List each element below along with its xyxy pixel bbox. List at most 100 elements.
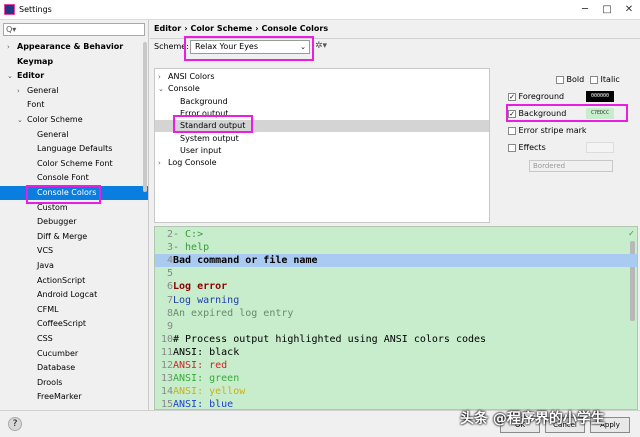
sidebar-item[interactable]: ⌄ Color Scheme [0,113,148,127]
sidebar-item[interactable]: CoffeeScript [0,317,148,331]
chevron-right-icon[interactable]: › [158,157,161,169]
foreground-checkbox[interactable]: ✓ [508,92,516,101]
italic-checkbox[interactable] [590,75,598,84]
bold-option[interactable]: Bold [556,74,584,86]
sidebar-item[interactable]: FreeMarker [0,390,148,404]
nav-scrollbar[interactable] [143,42,147,192]
chevron-down-icon[interactable]: ⌄ [7,69,13,83]
preview-text: ANSI: green [173,373,240,385]
element-tree-item[interactable]: ⌄ Console [155,83,489,95]
sidebar-item[interactable]: General [0,128,148,142]
preview-line: 11ANSI: black [155,346,637,359]
sidebar-item[interactable]: Keymap [0,55,148,69]
preview-line: 6Log error [155,280,637,293]
attribute-panel: Bold Italic ✓ Foreground 000000 ✓ Backgr… [508,68,638,208]
sidebar-item-label: Database [37,363,76,373]
help-icon[interactable]: ? [8,417,22,431]
minimize-button[interactable]: ─ [578,3,592,17]
breadcrumb-item: Color Scheme [190,24,253,33]
settings-nav-panel: Q▾ › Appearance & Behavior Keymap ⌄ Editor › G… [0,20,149,410]
preview-text: Bad command or file name [173,255,318,267]
sidebar-item-label: Android Logcat [37,290,98,300]
maximize-button[interactable]: □ [600,3,614,17]
effects-checkbox[interactable] [508,143,516,152]
preview-text: Log error [173,281,228,293]
effects-style-dropdown[interactable]: Bordered [529,160,613,172]
line-number: 2 [166,229,173,240]
preview-text: ANSI: black [173,346,240,358]
chevron-right-icon[interactable]: › [158,71,161,83]
foreground-color-swatch[interactable]: 000000 [586,91,614,102]
sidebar-item[interactable]: Console Font [0,171,148,185]
effects-option[interactable]: Effects [508,142,546,154]
preview-line: 4Bad command or file name [155,254,637,268]
chevron-right-icon[interactable]: › [7,40,10,54]
effects-style-value: Bordered [533,162,566,170]
sidebar-item[interactable]: Diff & Merge [0,230,148,244]
italic-option[interactable]: Italic [590,74,620,86]
sidebar-item[interactable]: › General [0,84,148,98]
element-tree-item[interactable]: › ANSI Colors [155,71,489,83]
sidebar-item-label: Font [27,100,45,110]
breadcrumb-item: Editor [154,24,182,33]
line-number: 13 [160,373,173,385]
chevron-down-icon[interactable]: ⌄ [158,83,164,95]
sidebar-item[interactable]: Java [0,259,148,273]
sidebar-item[interactable]: CSS [0,332,148,346]
line-number: 8 [166,307,173,319]
error-stripe-label: Error stripe mark [518,126,587,135]
sidebar-item[interactable]: Drools [0,376,148,390]
element-tree-label: User input [180,145,222,155]
sidebar-item-label: General [27,85,59,95]
breadcrumb-separator: › [184,24,188,33]
element-tree-item[interactable]: System output [155,133,489,145]
effects-color-swatch[interactable] [586,142,614,153]
close-button[interactable]: ✕ [622,3,636,17]
line-number: 15 [160,399,173,410]
sidebar-item[interactable]: Font [0,98,148,112]
line-number: 7 [166,294,173,306]
preview-line: 8An expired log entry [155,307,637,320]
preview-text: - C:> [173,229,204,240]
sidebar-item[interactable]: › Appearance & Behavior [0,40,148,54]
sidebar-item[interactable]: VCS [0,244,148,258]
element-tree-label: System output [180,133,239,143]
chevron-right-icon[interactable]: › [17,84,20,98]
element-tree-item[interactable]: User input [155,145,489,157]
element-tree-item[interactable]: Background [155,96,489,108]
sidebar-item[interactable]: Cucumber [0,347,148,361]
sidebar-item-label: Color Scheme Font [37,158,113,168]
preview-line: 2- C:> [155,228,637,241]
sidebar-item-label: Editor [17,71,45,81]
sidebar-item[interactable]: ActionScript [0,274,148,288]
sidebar-item-label: CSS [37,334,53,343]
error-stripe-checkbox[interactable] [508,126,516,135]
sidebar-item-label: Java [37,261,54,270]
line-number: 9 [166,320,173,332]
error-stripe-option[interactable]: Error stripe mark [508,125,587,137]
console-colors-highlight-box [26,185,101,204]
sidebar-item[interactable]: Debugger [0,215,148,229]
sidebar-item[interactable]: Language Defaults [0,142,148,156]
search-input[interactable]: Q▾ [3,23,145,36]
sidebar-item[interactable]: Color Scheme Font [0,157,148,171]
effects-label: Effects [518,143,546,152]
sidebar-item-label: Diff & Merge [37,231,88,241]
sidebar-item[interactable]: CFML [0,303,148,317]
preview-text: ANSI: blue [173,399,234,410]
sidebar-item[interactable]: Android Logcat [0,288,148,302]
sidebar-item-label: Cucumber [37,348,79,358]
line-number: 11 [160,346,173,358]
element-tree-item[interactable]: › Log Console [155,157,489,169]
preview-text: ANSI: red [173,360,228,371]
search-icon: Q▾ [6,25,17,34]
element-tree-label: Log Console [168,158,217,168]
line-number: 3 [166,242,173,254]
gear-icon[interactable]: ✲▾ [315,41,327,51]
foreground-option[interactable]: ✓ Foreground [508,91,564,103]
sidebar-item[interactable]: ⌄ Editor [0,69,148,83]
sidebar-item-label: CoffeeScript [37,319,87,329]
bold-checkbox[interactable] [556,75,564,84]
sidebar-item[interactable]: Database [0,361,148,375]
chevron-down-icon[interactable]: ⌄ [17,113,23,127]
